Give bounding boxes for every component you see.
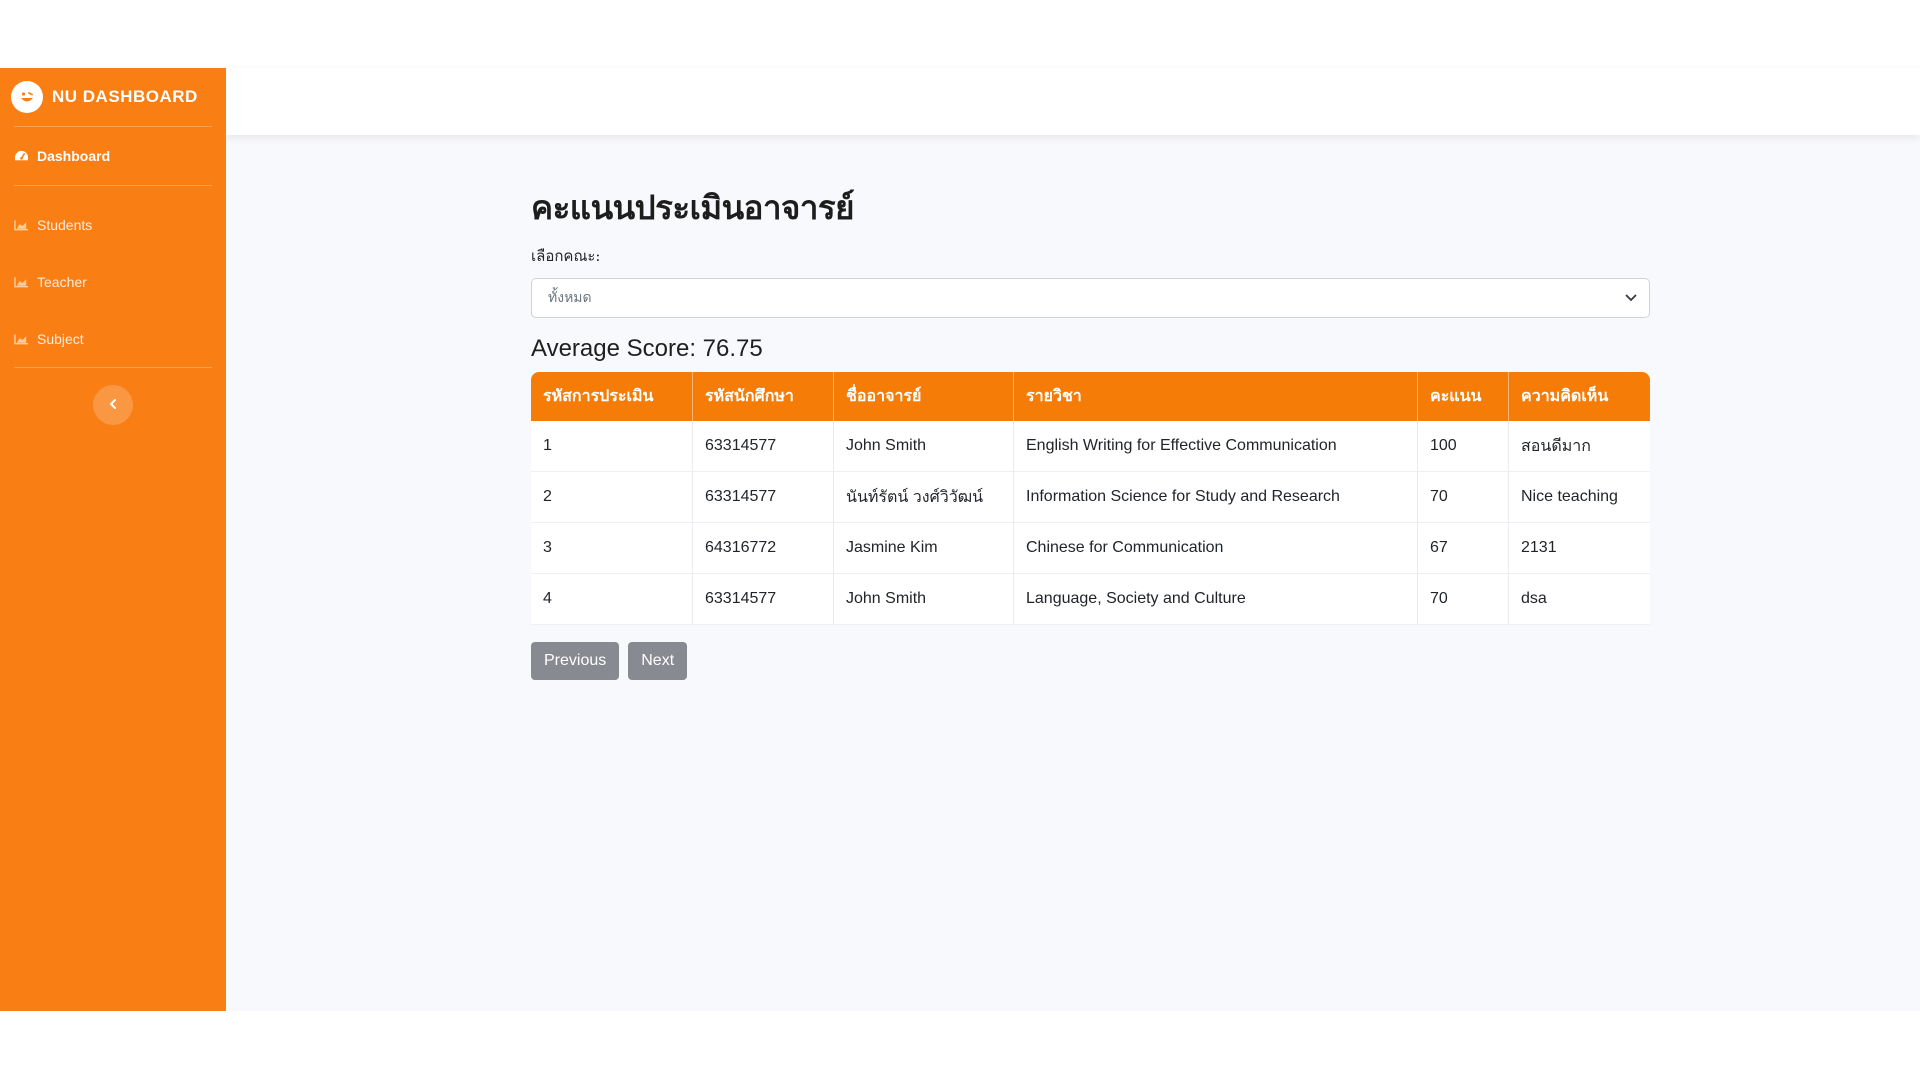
table-cell: 63314577 bbox=[693, 574, 834, 625]
topbar bbox=[226, 68, 1920, 135]
chart-area-icon bbox=[13, 218, 29, 232]
table-cell: Information Science for Study and Resear… bbox=[1014, 472, 1418, 523]
column-header: คะแนน bbox=[1418, 372, 1509, 421]
table-cell: 64316772 bbox=[693, 523, 834, 574]
table-cell: Jasmine Kim bbox=[834, 523, 1014, 574]
table-cell: 1 bbox=[531, 421, 693, 472]
table-cell: English Writing for Effective Communicat… bbox=[1014, 421, 1418, 472]
chevron-down-icon bbox=[1625, 290, 1637, 306]
column-header: ความคิดเห็น bbox=[1509, 372, 1650, 421]
sidebar-item-label: Students bbox=[37, 216, 93, 233]
page-title: คะแนนประเมินอาจารย์ bbox=[531, 188, 854, 227]
previous-button[interactable]: Previous bbox=[531, 642, 620, 680]
average-score: Average Score: 76.75 bbox=[531, 335, 763, 362]
table-cell: dsa bbox=[1509, 574, 1650, 625]
table-row: 2 63314577 นันท์รัตน์ วงศ์วิวัฒน์ Inform… bbox=[531, 472, 1650, 523]
chart-area-icon bbox=[13, 275, 29, 289]
faculty-select-value: ทั้งหมด bbox=[548, 290, 592, 306]
table-header-row: รหัสการประเมิน รหัสนักศึกษา ชื่ออาจารย์ … bbox=[531, 372, 1650, 421]
table-cell: นันท์รัตน์ วงศ์วิวัฒน์ bbox=[834, 472, 1014, 523]
sidebar-item-students[interactable]: Students bbox=[0, 196, 226, 253]
brand-name: NU DASHBOARD bbox=[52, 87, 198, 106]
column-header: รหัสการประเมิน bbox=[531, 372, 693, 421]
app-shell: NU DASHBOARD Dashboard Students Teacher … bbox=[0, 68, 1920, 1011]
sidebar-item-label: Dashboard bbox=[37, 148, 111, 164]
table-row: 1 63314577 John Smith English Writing fo… bbox=[531, 421, 1650, 472]
table-cell: 2 bbox=[531, 472, 693, 523]
table-cell: 63314577 bbox=[693, 421, 834, 472]
table-cell: 67 bbox=[1418, 523, 1509, 574]
table-cell: 100 bbox=[1418, 421, 1509, 472]
sidebar-item-label: Teacher bbox=[37, 273, 87, 290]
pagination: Previous Next bbox=[531, 642, 1650, 680]
table-cell: Chinese for Communication bbox=[1014, 523, 1418, 574]
table-cell: 70 bbox=[1418, 574, 1509, 625]
main-area: คะแนนประเมินอาจารย์ เลือกคณะ: ทั้งหมด Av… bbox=[226, 68, 1920, 1011]
table-cell: 2131 bbox=[1509, 523, 1650, 574]
chart-area-icon bbox=[13, 332, 29, 346]
table-cell: 4 bbox=[531, 574, 693, 625]
table-row: 3 64316772 Jasmine Kim Chinese for Commu… bbox=[531, 523, 1650, 574]
column-header: รายวิชา bbox=[1014, 372, 1418, 421]
evaluation-table: รหัสการประเมิน รหัสนักศึกษา ชื่ออาจารย์ … bbox=[531, 372, 1650, 625]
faculty-filter-label: เลือกคณะ: bbox=[531, 247, 601, 265]
sidebar-item-label: Subject bbox=[37, 330, 84, 347]
table-cell: 63314577 bbox=[693, 472, 834, 523]
sidebar-toggle-button[interactable] bbox=[93, 385, 133, 425]
content: คะแนนประเมินอาจารย์ เลือกคณะ: ทั้งหมด Av… bbox=[226, 135, 1650, 680]
table-row: 4 63314577 John Smith Language, Society … bbox=[531, 574, 1650, 625]
dashboard-gauge-icon bbox=[13, 149, 29, 163]
chevron-left-icon bbox=[108, 396, 118, 414]
sidebar-toggle-wrap bbox=[0, 368, 226, 425]
table-cell: Nice teaching bbox=[1509, 472, 1650, 523]
smiley-logo-icon bbox=[11, 81, 43, 113]
table-cell: 3 bbox=[531, 523, 693, 574]
table-cell: 70 bbox=[1418, 472, 1509, 523]
column-header: รหัสนักศึกษา bbox=[693, 372, 834, 421]
sidebar-item-subject[interactable]: Subject bbox=[0, 310, 226, 367]
sidebar-item-teacher[interactable]: Teacher bbox=[0, 253, 226, 310]
table-cell: John Smith bbox=[834, 421, 1014, 472]
sidebar: NU DASHBOARD Dashboard Students Teacher … bbox=[0, 68, 226, 1011]
table-cell: John Smith bbox=[834, 574, 1014, 625]
column-header: ชื่ออาจารย์ bbox=[834, 372, 1014, 421]
sidebar-item-dashboard[interactable]: Dashboard bbox=[0, 127, 226, 185]
table-cell: สอนดีมาก bbox=[1509, 421, 1650, 472]
next-button[interactable]: Next bbox=[628, 642, 688, 680]
faculty-select[interactable]: ทั้งหมด bbox=[531, 278, 1650, 318]
table-cell: Language, Society and Culture bbox=[1014, 574, 1418, 625]
brand[interactable]: NU DASHBOARD bbox=[0, 68, 226, 126]
